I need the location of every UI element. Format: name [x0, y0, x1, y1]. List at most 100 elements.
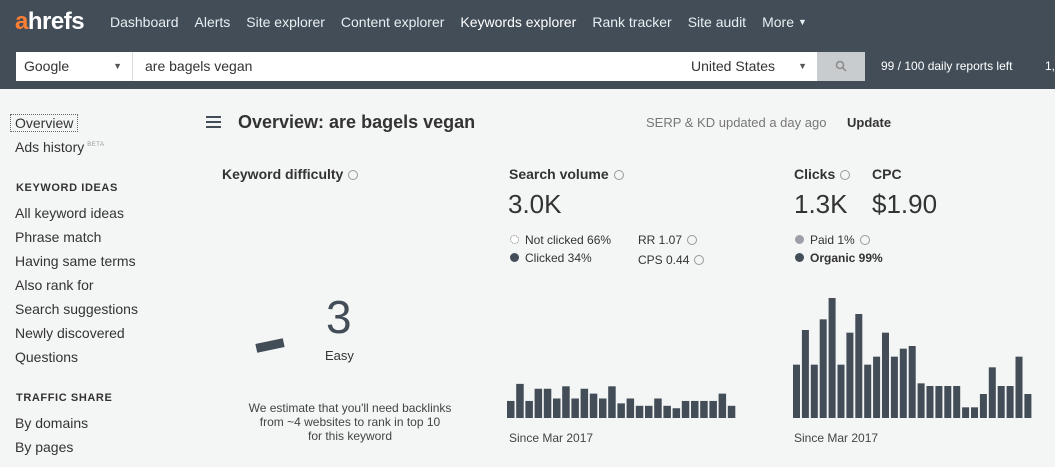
sidebar-item-all-keyword-ideas[interactable]: All keyword ideas [15, 205, 124, 221]
chart-bar [864, 364, 872, 418]
kd-gauge-indicator [255, 338, 285, 353]
chart-bar [635, 405, 644, 418]
paid-stat: Paid 1% [795, 233, 870, 247]
sidebar-item-by-pages[interactable]: By pages [15, 439, 73, 455]
update-button[interactable]: Update [847, 115, 891, 130]
chart-bar [727, 405, 736, 418]
chart-bar [926, 386, 934, 418]
help-icon[interactable] [348, 170, 359, 180]
page-title: Overview: are bagels vegan [238, 112, 476, 132]
search-engine-select[interactable]: Google ▼ [16, 52, 133, 81]
chart-bar [971, 407, 978, 418]
country-select[interactable]: United States ▼ [683, 52, 817, 81]
clicked-text: Clicked 34% [525, 251, 592, 265]
sidebar-item-newly-discovered[interactable]: Newly discovered [15, 325, 125, 341]
traffic-share-heading: TRAFFIC SHARE [16, 392, 113, 404]
clicked-stat: Clicked 34% [510, 251, 592, 265]
chart-bar [846, 332, 854, 418]
keyword-search-input[interactable]: are bagels vegan [133, 52, 683, 81]
kd-description-line: from ~4 websites to rank in top 10 [259, 415, 441, 429]
chart-bar [890, 356, 898, 418]
top-nav: ahrefs Dashboard Alerts Site explorer Co… [0, 0, 1055, 44]
help-icon[interactable] [840, 170, 851, 180]
search-bar: Google ▼ are bagels vegan United States … [0, 44, 1055, 89]
chart-bar [599, 398, 607, 418]
sidebar-item-by-domains[interactable]: By domains [15, 415, 88, 431]
daily-reports-counter: 99 / 100 daily reports left [881, 59, 1013, 73]
chart-bar [962, 407, 970, 418]
help-icon[interactable] [613, 170, 624, 180]
paid-text: Paid 1% [810, 233, 855, 247]
chart-bar [935, 386, 943, 418]
chart-bar [837, 364, 845, 418]
sidebar-item-ads-history[interactable]: Ads history BETA [15, 139, 104, 155]
chart-bar [997, 386, 1005, 418]
chart-bar [882, 332, 889, 418]
chart-bar [828, 298, 836, 418]
search-volume-value: 3.0K [508, 189, 562, 219]
credits-counter: 1, [1045, 59, 1055, 73]
chart-bar [589, 393, 598, 418]
chart-bar [1024, 394, 1032, 418]
nav-dashboard[interactable]: Dashboard [110, 14, 179, 30]
sidebar-item-search-suggestions[interactable]: Search suggestions [15, 301, 138, 317]
chart-bar [810, 364, 818, 418]
chart-bar [580, 388, 589, 418]
sidebar-item-having-same-terms[interactable]: Having same terms [15, 253, 136, 269]
nav-keywords-explorer[interactable]: Keywords explorer [460, 14, 576, 30]
nav-more[interactable]: More ▼ [762, 14, 807, 30]
help-icon[interactable] [694, 255, 705, 265]
clicked-dot-icon [510, 253, 519, 262]
nav-rank-tracker[interactable]: Rank tracker [592, 14, 671, 30]
chevron-down-icon: ▼ [797, 17, 807, 27]
sidebar-item-label: Ads history [15, 139, 85, 155]
rr-text: RR 1.07 [638, 233, 683, 247]
chart-bar [516, 383, 524, 418]
chart-bar [979, 394, 987, 418]
chart-bar [873, 356, 881, 418]
sidebar-item-also-rank-for[interactable]: Also rank for [15, 277, 94, 293]
search-volume-chart [507, 383, 736, 418]
chart-bar [899, 348, 907, 418]
chart-bar [1015, 356, 1023, 418]
nav-more-label: More [762, 14, 794, 30]
chart-bar [819, 319, 827, 418]
sidebar-item-phrase-match[interactable]: Phrase match [15, 229, 101, 245]
beta-badge: BETA [87, 142, 105, 148]
nav-alerts[interactable]: Alerts [195, 14, 231, 30]
ahrefs-logo[interactable]: ahrefs [15, 8, 85, 36]
sidebar-item-overview[interactable]: Overview [10, 114, 79, 132]
nav-site-explorer[interactable]: Site explorer [246, 14, 325, 30]
search-button[interactable] [817, 52, 865, 81]
cps-text: CPS 0.44 [638, 253, 690, 267]
not-clicked-stat: Not clicked 66% [510, 233, 611, 247]
chart-bar [944, 386, 952, 418]
nav-content-explorer[interactable]: Content explorer [341, 14, 445, 30]
nav-site-audit[interactable]: Site audit [688, 14, 746, 30]
clicks-label-text: Clicks [794, 166, 836, 182]
kd-label-text: Keyword difficulty [222, 166, 344, 182]
clicks-label: Clicks [794, 166, 851, 182]
chart-bar [793, 364, 800, 418]
chart-bar [663, 405, 671, 418]
kd-description: We estimate that you'll need backlinks f… [220, 401, 480, 443]
chart-bar [988, 367, 996, 418]
clicks-value: 1.3K [794, 189, 848, 219]
menu-icon[interactable] [206, 116, 221, 128]
chart-bar [709, 400, 717, 418]
search-volume-label-text: Search volume [509, 166, 609, 182]
chart-bar [507, 400, 515, 418]
sidebar-item-questions[interactable]: Questions [15, 349, 78, 365]
kd-label: Keyword difficulty [222, 166, 359, 182]
chart-bar [1006, 386, 1014, 418]
organic-text: Organic 99% [810, 251, 883, 265]
nav-links: Dashboard Alerts Site explorer Content e… [110, 14, 823, 30]
clicks-chart [793, 298, 1032, 418]
help-icon[interactable] [859, 235, 870, 245]
kd-score: 3 [326, 291, 352, 343]
chart-bar [534, 388, 543, 418]
help-icon[interactable] [687, 235, 698, 245]
chart-bar [681, 400, 690, 418]
chart-bar [626, 398, 635, 418]
chart-bar [718, 393, 727, 418]
